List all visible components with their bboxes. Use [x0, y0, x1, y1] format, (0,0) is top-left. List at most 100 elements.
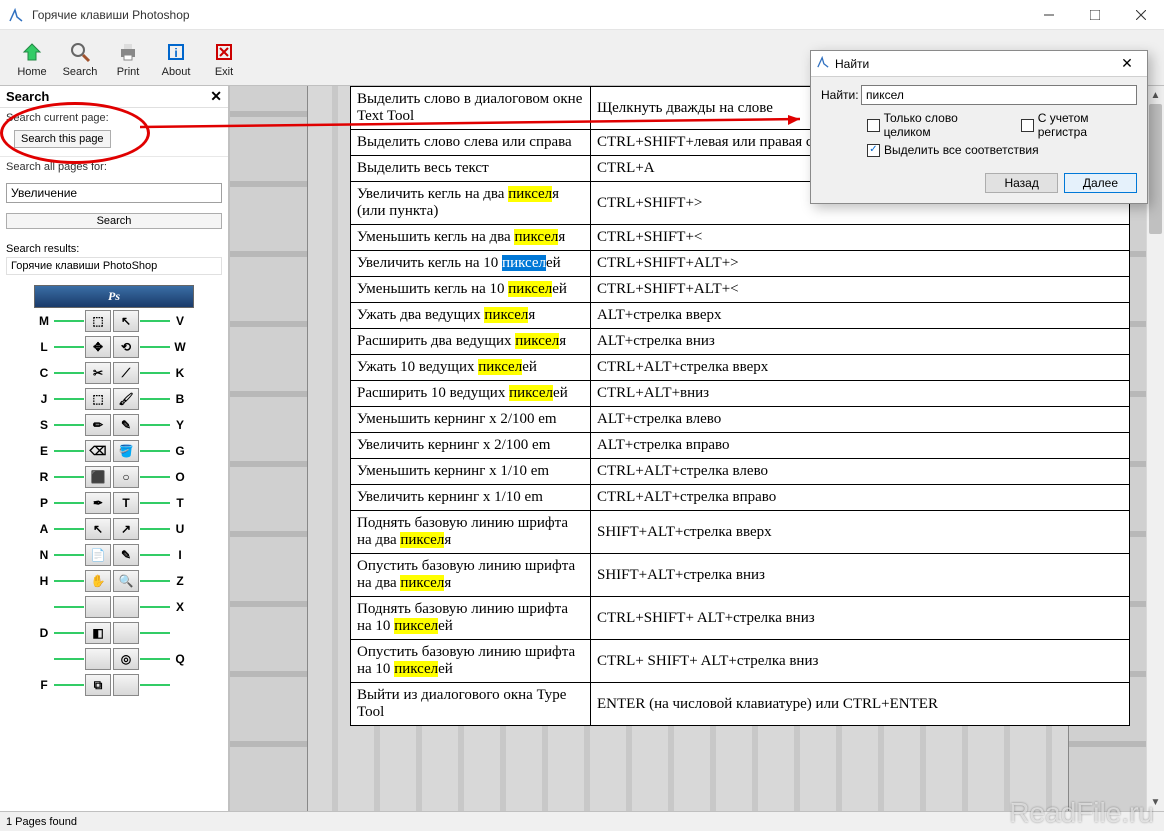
arrow-icon	[140, 450, 170, 452]
find-dialog-titlebar[interactable]: Найти ✕	[811, 51, 1147, 77]
find-next-button[interactable]: Далее	[1064, 173, 1137, 193]
shortcut-description: Уменьшить кернинг x 1/10 em	[351, 459, 591, 485]
tool-key-right: O	[170, 470, 190, 484]
whole-word-checkbox[interactable]: Только слово целиком	[867, 111, 1003, 139]
tool-row: ◎Q	[34, 646, 194, 672]
shortcut-key: CTRL+ALT+стрелка влево	[591, 459, 1130, 485]
shortcut-key: ALT+стрелка вправо	[591, 433, 1130, 459]
app-icon	[8, 7, 24, 23]
tool-icon: ✎	[113, 544, 139, 566]
tool-key-left: M	[34, 314, 54, 328]
arrow-icon	[54, 580, 84, 582]
shortcut-key: CTRL+ALT+стрелка вверх	[591, 355, 1130, 381]
shortcut-description: Поднять базовую линию шрифта на 10 пиксе…	[351, 597, 591, 640]
highlight-all-checkbox[interactable]: ✓ Выделить все соответствия	[867, 143, 1039, 157]
table-row: Уменьшить кернинг x 2/100 emALT+стрелка …	[351, 407, 1130, 433]
tool-icon: 🖌	[113, 388, 139, 410]
scroll-thumb[interactable]	[1149, 104, 1162, 234]
arrow-icon	[140, 554, 170, 556]
tool-row: X	[34, 594, 194, 620]
sidebar-close-icon[interactable]: ✕	[210, 88, 222, 105]
table-row: Уменьшить кегль на 10 пикселейCTRL+SHIFT…	[351, 277, 1130, 303]
search-all-input[interactable]	[6, 183, 222, 203]
match-case-checkbox[interactable]: С учетом регистра	[1021, 111, 1137, 139]
arrow-icon	[140, 424, 170, 426]
find-dialog-close-button[interactable]: ✕	[1107, 51, 1147, 77]
arrow-icon	[54, 658, 84, 660]
tool-row: N📄✎I	[34, 542, 194, 568]
status-bar: 1 Pages found	[0, 811, 1164, 831]
vertical-scrollbar[interactable]: ▲ ▼	[1146, 86, 1164, 811]
tool-icon: ✋	[85, 570, 111, 592]
arrow-icon	[54, 346, 84, 348]
arrow-icon	[140, 684, 170, 686]
tool-icon	[113, 622, 139, 644]
table-row: Ужать 10 ведущих пикселейCTRL+ALT+стрелк…	[351, 355, 1130, 381]
tool-icon	[85, 596, 111, 618]
arrow-icon	[140, 502, 170, 504]
minimize-button[interactable]	[1026, 0, 1072, 30]
exit-icon	[213, 38, 235, 66]
window-title: Горячие клавиши Photoshop	[32, 8, 1026, 22]
search-this-page-button[interactable]: Search this page	[14, 130, 111, 148]
shortcut-description: Увеличить кегль на два пикселя (или пунк…	[351, 182, 591, 225]
tool-icon: 🪣	[113, 440, 139, 462]
close-button[interactable]	[1118, 0, 1164, 30]
tool-icon: T	[113, 492, 139, 514]
arrow-icon	[140, 476, 170, 478]
arrow-icon	[140, 658, 170, 660]
checkbox-icon	[1021, 119, 1034, 132]
tool-key-left: H	[34, 574, 54, 588]
tool-key-right: Z	[170, 574, 190, 588]
scroll-down-icon[interactable]: ▼	[1147, 793, 1164, 811]
search-button[interactable]: Search	[56, 38, 104, 78]
shortcut-key: ALT+стрелка влево	[591, 407, 1130, 433]
printer-icon	[117, 38, 139, 66]
arrow-icon	[140, 320, 170, 322]
scroll-up-icon[interactable]: ▲	[1147, 86, 1164, 104]
home-label: Home	[17, 66, 46, 78]
tool-row: A↖↗U	[34, 516, 194, 542]
table-row: Увеличить кернинг x 1/10 emCTRL+ALT+стре…	[351, 485, 1130, 511]
maximize-button[interactable]	[1072, 0, 1118, 30]
sidebar-title: Search	[6, 89, 49, 104]
tool-row: C✂⟋K	[34, 360, 194, 386]
tool-icon: ✎	[113, 414, 139, 436]
shortcut-key: CTRL+SHIFT+ALT+<	[591, 277, 1130, 303]
tool-key-right: Q	[170, 652, 190, 666]
exit-button[interactable]: Exit	[200, 38, 248, 78]
tool-key-right: T	[170, 496, 190, 510]
tool-row: R⬛○O	[34, 464, 194, 490]
tool-row: D◧	[34, 620, 194, 646]
search-all-button[interactable]: Search	[6, 213, 222, 229]
shortcut-description: Расширить два ведущих пикселя	[351, 329, 591, 355]
scroll-track[interactable]	[1147, 104, 1164, 793]
find-dialog: Найти ✕ Найти: Только слово целиком С уч…	[810, 50, 1148, 204]
print-button[interactable]: Print	[104, 38, 152, 78]
shortcut-description: Ужать два ведущих пикселя	[351, 303, 591, 329]
search-result-item[interactable]: Горячие клавиши PhotoShop	[6, 257, 222, 275]
tool-key-right: W	[170, 340, 190, 354]
whole-word-label: Только слово целиком	[884, 111, 1004, 139]
match-case-label: С учетом регистра	[1038, 111, 1137, 139]
tool-icon: ⬛	[85, 466, 111, 488]
find-back-button[interactable]: Назад	[985, 173, 1057, 193]
search-sidebar: Search ✕ Search current page: Search thi…	[0, 86, 230, 811]
arrow-icon	[140, 580, 170, 582]
tool-key-right: Y	[170, 418, 190, 432]
table-row: Ужать два ведущих пикселяALT+стрелка вве…	[351, 303, 1130, 329]
tool-icon	[113, 674, 139, 696]
search-all-label: Search all pages for:	[6, 161, 222, 173]
tool-key-left: J	[34, 392, 54, 406]
table-row: Уменьшить кегль на два пикселяCTRL+SHIFT…	[351, 225, 1130, 251]
shortcut-description: Увеличить кегль на 10 пикселей	[351, 251, 591, 277]
arrow-icon	[54, 320, 84, 322]
find-input[interactable]	[861, 85, 1137, 105]
home-button[interactable]: Home	[8, 38, 56, 78]
tool-row: J⬚🖌B	[34, 386, 194, 412]
arrow-icon	[140, 632, 170, 634]
arrow-icon	[54, 450, 84, 452]
search-current-label: Search current page:	[6, 112, 222, 124]
find-dialog-title: Найти	[835, 57, 869, 71]
about-button[interactable]: i About	[152, 38, 200, 78]
